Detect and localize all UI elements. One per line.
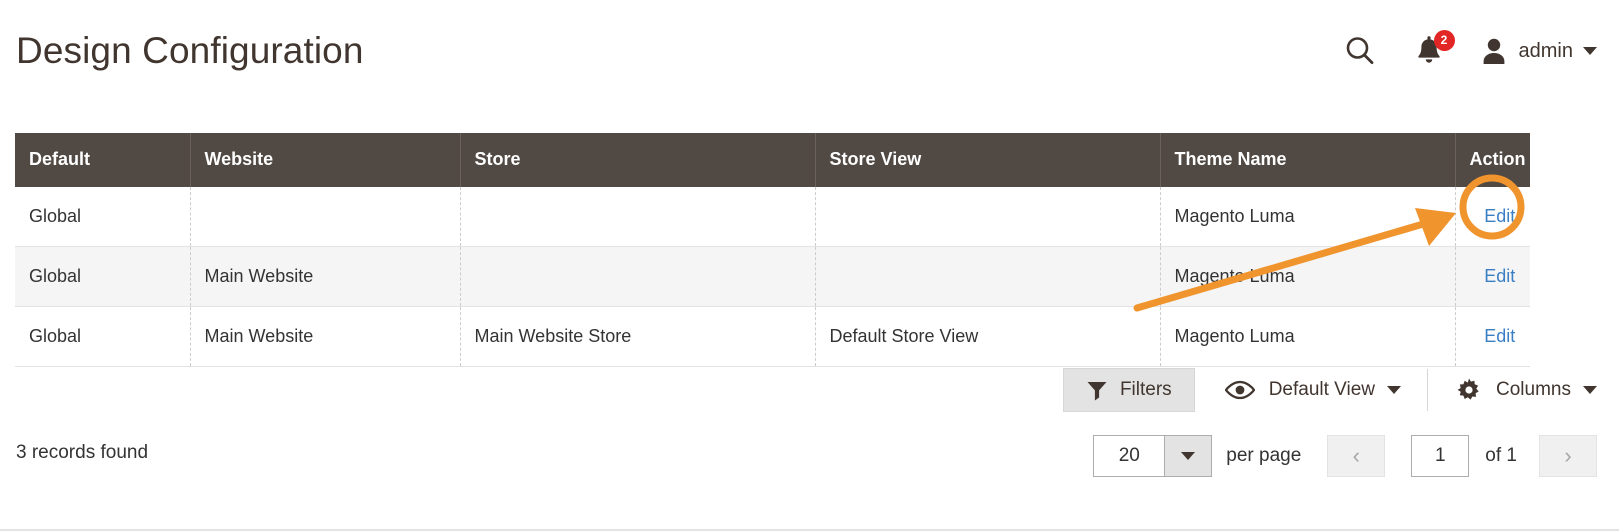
search-button[interactable] <box>1337 28 1383 74</box>
design-configuration-page: Design Configuration 2 admin Default Web… <box>0 0 1619 531</box>
chevron-down-icon <box>1583 386 1597 394</box>
header-actions: 2 admin <box>1337 28 1597 74</box>
cell-default: Global <box>15 246 191 307</box>
admin-menu-button[interactable]: admin <box>1481 28 1597 74</box>
per-page-dropdown-arrow[interactable] <box>1164 436 1212 476</box>
cell-store-view: Default Store View <box>815 306 1161 367</box>
default-view-selector[interactable]: Default View <box>1195 368 1427 412</box>
grid-toolbar: Filters Default View Columns <box>1062 368 1597 412</box>
column-header-store-view[interactable]: Store View <box>815 133 1161 187</box>
columns-label: Columns <box>1496 379 1571 400</box>
column-header-theme-name[interactable]: Theme Name <box>1160 133 1456 187</box>
columns-selector[interactable]: Columns <box>1428 368 1597 412</box>
chevron-down-icon <box>1387 386 1402 394</box>
edit-link[interactable]: Edit <box>1484 326 1515 346</box>
edit-link[interactable]: Edit <box>1484 206 1515 226</box>
total-pages-label: of 1 <box>1485 445 1517 466</box>
cell-default: Global <box>15 187 191 247</box>
cell-website: Main Website <box>190 306 461 367</box>
gear-icon <box>1457 378 1479 400</box>
funnel-icon <box>1087 382 1107 401</box>
per-page-label: per page <box>1226 445 1302 466</box>
chevron-right-icon: › <box>1564 443 1572 468</box>
eye-icon <box>1224 380 1255 400</box>
table-row: Global Magento Luma Edit <box>15 187 1530 247</box>
cell-action: Edit <box>1455 306 1530 367</box>
cell-store <box>460 187 816 247</box>
cell-theme-name: Magento Luma <box>1160 187 1456 247</box>
cell-store <box>460 246 816 307</box>
records-found-label: 3 records found <box>16 442 149 463</box>
table-row: Global Main Website Magento Luma Edit <box>15 246 1530 307</box>
table-header-row: Default Website Store Store View Theme N… <box>15 133 1530 187</box>
design-config-grid: Default Website Store Store View Theme N… <box>15 133 1530 367</box>
cell-store-view <box>815 246 1161 307</box>
cell-website <box>190 187 461 247</box>
table-row: Global Main Website Main Website Store D… <box>15 306 1530 367</box>
edit-link[interactable]: Edit <box>1484 266 1515 286</box>
chevron-down-icon <box>1181 452 1196 460</box>
column-header-default[interactable]: Default <box>15 133 191 187</box>
chevron-down-icon <box>1583 47 1597 55</box>
page-number-input[interactable]: 1 <box>1411 435 1470 477</box>
admin-label: admin <box>1518 39 1573 62</box>
previous-page-button[interactable]: ‹ <box>1327 435 1386 477</box>
cell-action: Edit <box>1455 187 1530 247</box>
cell-default: Global <box>15 306 191 367</box>
next-page-button[interactable]: › <box>1539 435 1597 477</box>
search-icon <box>1346 37 1373 65</box>
cell-action: Edit <box>1455 246 1530 307</box>
notifications-button[interactable]: 2 <box>1409 28 1455 74</box>
chevron-left-icon: ‹ <box>1352 443 1360 468</box>
cell-store: Main Website Store <box>460 306 816 367</box>
per-page-select[interactable]: 20 <box>1093 435 1213 477</box>
column-header-action: Action <box>1455 133 1530 187</box>
page-title: Design Configuration <box>16 30 364 71</box>
filters-button[interactable]: Filters <box>1062 368 1195 412</box>
user-icon <box>1483 38 1504 64</box>
cell-store-view <box>815 187 1161 247</box>
notifications-badge: 2 <box>1433 30 1455 51</box>
page-header: Design Configuration 2 admin <box>0 0 1619 112</box>
pagination-controls: 20 per page ‹ 1 of 1 › <box>1093 434 1597 478</box>
column-header-store[interactable]: Store <box>460 133 816 187</box>
per-page-value: 20 <box>1118 445 1140 466</box>
filters-label: Filters <box>1119 379 1172 400</box>
column-header-website[interactable]: Website <box>190 133 461 187</box>
cell-website: Main Website <box>190 246 461 307</box>
cell-theme-name: Magento Luma <box>1160 246 1456 307</box>
cell-theme-name: Magento Luma <box>1160 306 1456 367</box>
default-view-label: Default View <box>1268 379 1376 400</box>
